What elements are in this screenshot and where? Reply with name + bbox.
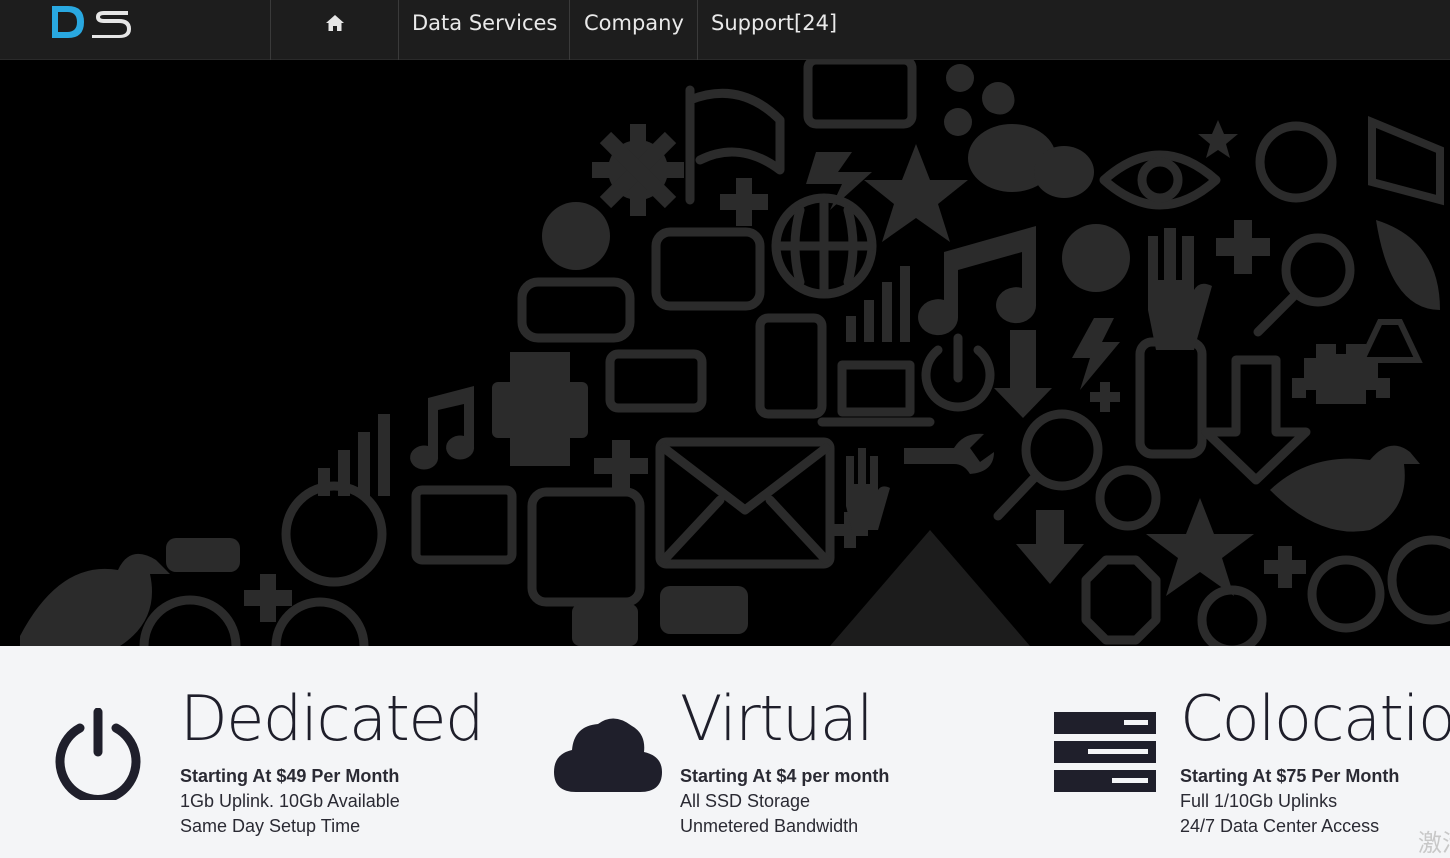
nav-support[interactable]: Support[24] xyxy=(711,0,837,46)
service-virtual: Virtual Starting At $4 per month All SSD… xyxy=(500,646,1000,857)
activation-watermark: 激活 xyxy=(1418,829,1450,857)
nav-divider xyxy=(569,0,570,60)
printer-icon xyxy=(492,382,588,438)
service-feature: Unmetered Bandwidth xyxy=(680,816,859,836)
arrow-down-icon xyxy=(1201,355,1311,485)
service-price: Starting At $4 per month xyxy=(680,766,890,786)
service-title[interactable]: Colocation xyxy=(1180,682,1450,755)
service-feature: 24/7 Data Center Access xyxy=(1180,816,1380,836)
monitor-icon xyxy=(411,485,517,565)
device-icon xyxy=(1135,337,1207,459)
service-feature: 1Gb Uplink. 10Gb Available xyxy=(180,791,400,811)
hand-icon xyxy=(1148,228,1212,350)
stop-icon xyxy=(1081,555,1161,645)
play-icon xyxy=(651,227,765,311)
nav-company[interactable]: Company xyxy=(584,0,684,46)
usb-icon xyxy=(166,538,240,572)
invader-icon xyxy=(1292,344,1390,404)
nav-data-services[interactable]: Data Services xyxy=(412,0,557,46)
podcast-icon xyxy=(1255,121,1337,203)
home-icon xyxy=(325,15,344,31)
cloud-icon xyxy=(554,718,662,792)
satellite-icon xyxy=(1376,220,1440,310)
service-feature: Same Day Setup Time xyxy=(180,816,361,836)
service-title[interactable]: Dedicated xyxy=(180,682,484,755)
service-colocation: Colocation Starting At $75 Per Month Ful… xyxy=(1000,646,1450,857)
service-dedicated: Dedicated Starting At $49 Per Month 1Gb … xyxy=(0,646,500,857)
server-icon xyxy=(1054,712,1156,792)
hero-icon-collage xyxy=(20,60,1450,646)
ds-logo[interactable] xyxy=(48,2,134,42)
service-feature: Full 1/10Gb Uplinks xyxy=(1180,791,1338,811)
flag-icon xyxy=(685,85,785,205)
power-icon-bg xyxy=(921,333,995,412)
lightning-icon xyxy=(1072,318,1120,390)
services-section: Dedicated Starting At $49 Per Month 1Gb … xyxy=(0,646,1450,857)
service-title[interactable]: Virtual xyxy=(680,682,874,755)
wrench-icon xyxy=(904,433,994,474)
star-icon xyxy=(864,144,968,242)
rss-icon xyxy=(527,487,645,607)
nav-home[interactable] xyxy=(271,0,398,46)
mobile-icon xyxy=(755,313,827,419)
radar-icon xyxy=(1307,555,1385,633)
service-feature: All SSD Storage xyxy=(680,791,811,811)
nav-divider xyxy=(697,0,698,60)
camera-icon xyxy=(803,60,917,129)
power-icon xyxy=(55,708,141,800)
top-navbar: Data Services Company Support[24] xyxy=(0,0,1450,60)
service-price: Starting At $75 Per Month xyxy=(1180,766,1400,786)
laptop-icon xyxy=(817,360,935,427)
service-price: Starting At $49 Per Month xyxy=(180,766,400,786)
gamepad-icon xyxy=(517,277,635,343)
hero-banner xyxy=(0,60,1450,646)
music-icon xyxy=(281,481,387,587)
nav-divider xyxy=(398,0,399,60)
at-icon xyxy=(1095,465,1161,531)
keyboard-icon xyxy=(605,349,707,413)
